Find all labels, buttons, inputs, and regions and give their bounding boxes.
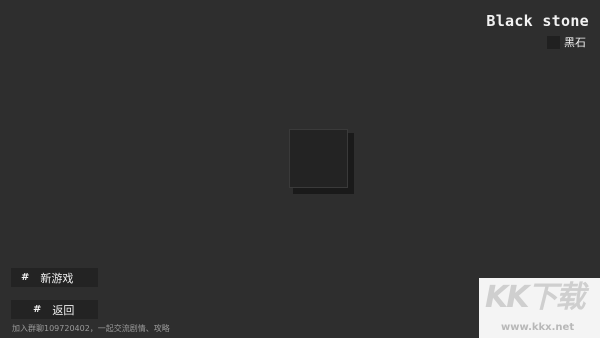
watermark-url: www.kkx.net <box>501 322 575 333</box>
back-button[interactable]: # 返回 <box>11 300 98 319</box>
back-label: 返回 <box>52 303 75 317</box>
new-game-button[interactable]: # 新游戏 <box>11 268 98 287</box>
game-title: Black stone <box>486 12 589 30</box>
watermark-logo: KK下载 <box>485 280 585 315</box>
watermark: KK下载 www.kkx.net <box>479 278 600 338</box>
group-join-notice: 加入群聊109720402，一起交流剧情、攻略 <box>12 324 170 333</box>
stone-block-icon <box>289 129 348 188</box>
black-stone[interactable] <box>289 129 355 195</box>
item-legend-label: 黑石 <box>564 36 586 49</box>
black-square-icon <box>547 35 560 49</box>
item-legend: 黑石 <box>547 34 586 50</box>
new-game-label: 新游戏 <box>40 271 74 285</box>
hash-marker-icon: # <box>33 304 42 315</box>
hash-marker-icon: # <box>21 272 30 283</box>
